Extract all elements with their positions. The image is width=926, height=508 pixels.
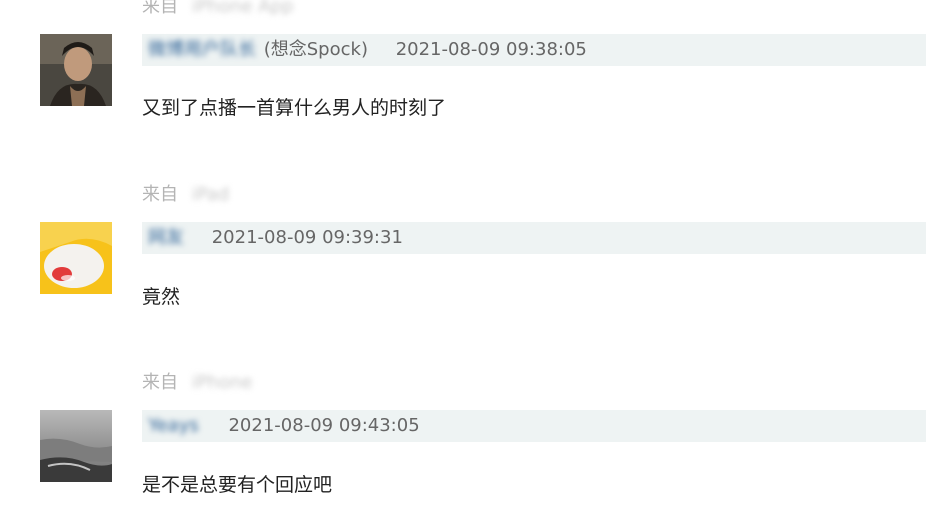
avatar[interactable] (40, 410, 112, 482)
from-label: 来自 (142, 184, 178, 205)
user-avatar-icon (40, 222, 112, 294)
comment-text: 是不是总要有个回应吧 (142, 474, 333, 496)
from-source: iPad (191, 184, 230, 205)
comment-meta-bar: 网友 2021-08-09 09:39:31 (142, 222, 926, 254)
comment-source-line: 来自 iPad (142, 180, 229, 206)
from-source: iPhone (191, 372, 253, 393)
user-avatar-icon (40, 410, 112, 482)
avatar[interactable] (40, 222, 112, 294)
comment-source-line: 来自 iPhone (142, 368, 253, 394)
from-label: 来自 (142, 0, 178, 17)
comment-author[interactable]: 网友 (148, 222, 184, 254)
comment-meta-bar: 微博用户队长 (想念Spock) 2021-08-09 09:38:05 (142, 34, 926, 66)
user-avatar-icon (40, 34, 112, 106)
comment-author[interactable]: Yeays (148, 410, 199, 442)
comment-author-alias: (想念Spock) (263, 39, 368, 60)
comment-text: 又到了点播一首算什么男人的时刻了 (142, 97, 447, 119)
comment-source-line-top: 来自 iPhone App (142, 0, 293, 18)
comment-author[interactable]: 微博用户队长 (148, 34, 256, 66)
avatar[interactable] (40, 34, 112, 106)
comment-text: 竟然 (142, 286, 181, 308)
comment-time: 2021-08-09 09:43:05 (228, 415, 420, 436)
comment-time: 2021-08-09 09:38:05 (395, 39, 587, 60)
from-source: iPhone App (191, 0, 294, 17)
from-label: 来自 (142, 372, 178, 393)
comment-time: 2021-08-09 09:39:31 (211, 227, 403, 248)
comment-meta-bar: Yeays 2021-08-09 09:43:05 (142, 410, 926, 442)
